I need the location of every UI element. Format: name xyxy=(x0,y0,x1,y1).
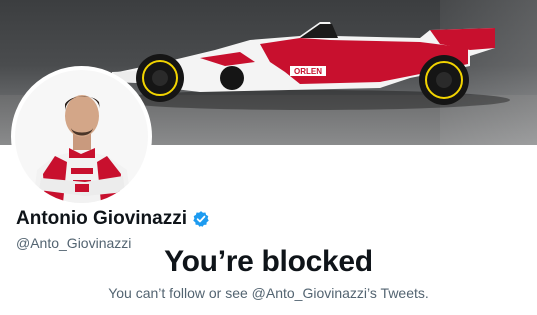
blocked-message: You can’t follow or see @Anto_Giovinazzi… xyxy=(108,285,429,301)
profile-display-name: Antonio Giovinazzi xyxy=(16,208,187,229)
profile-name-row: Antonio Giovinazzi xyxy=(16,208,210,230)
banner-sponsor-label: ORLEN xyxy=(294,67,322,76)
driver-portrait-image xyxy=(15,70,148,203)
profile-avatar[interactable] xyxy=(11,66,152,207)
verified-badge-icon xyxy=(192,210,210,228)
blocked-title: You’re blocked xyxy=(164,245,373,278)
